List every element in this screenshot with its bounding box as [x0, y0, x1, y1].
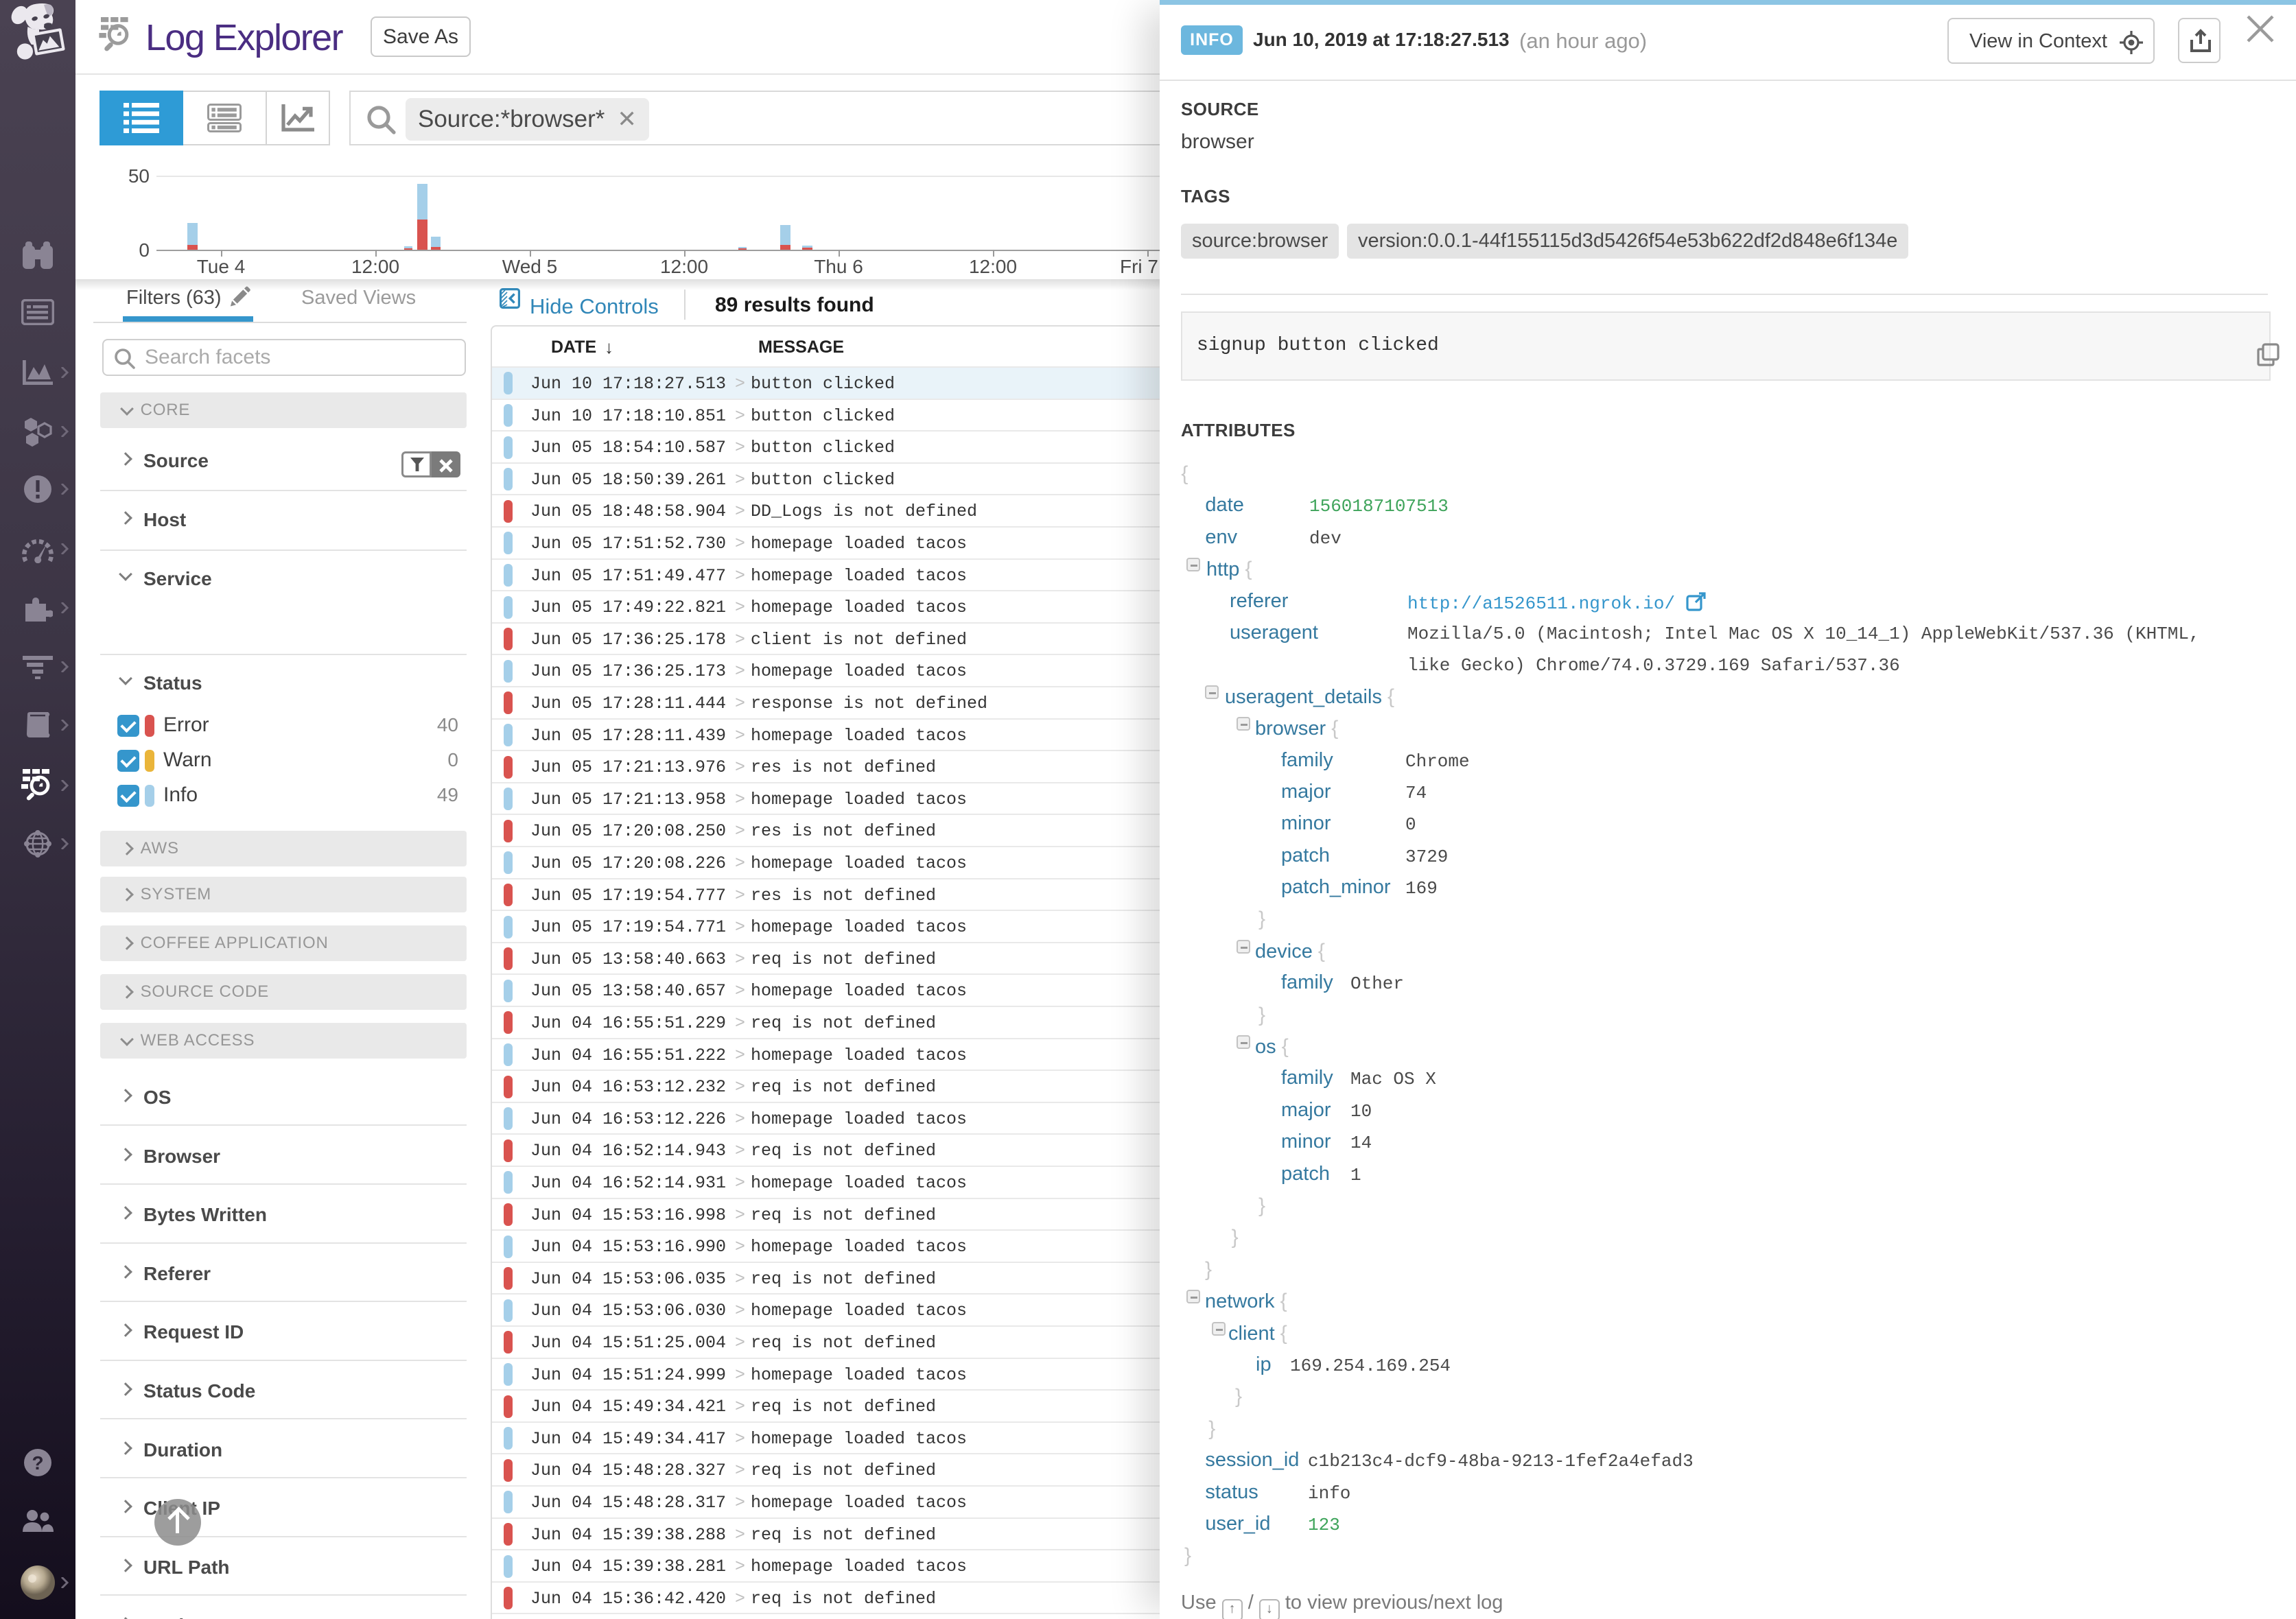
svg-text:?: ?: [32, 1452, 43, 1474]
